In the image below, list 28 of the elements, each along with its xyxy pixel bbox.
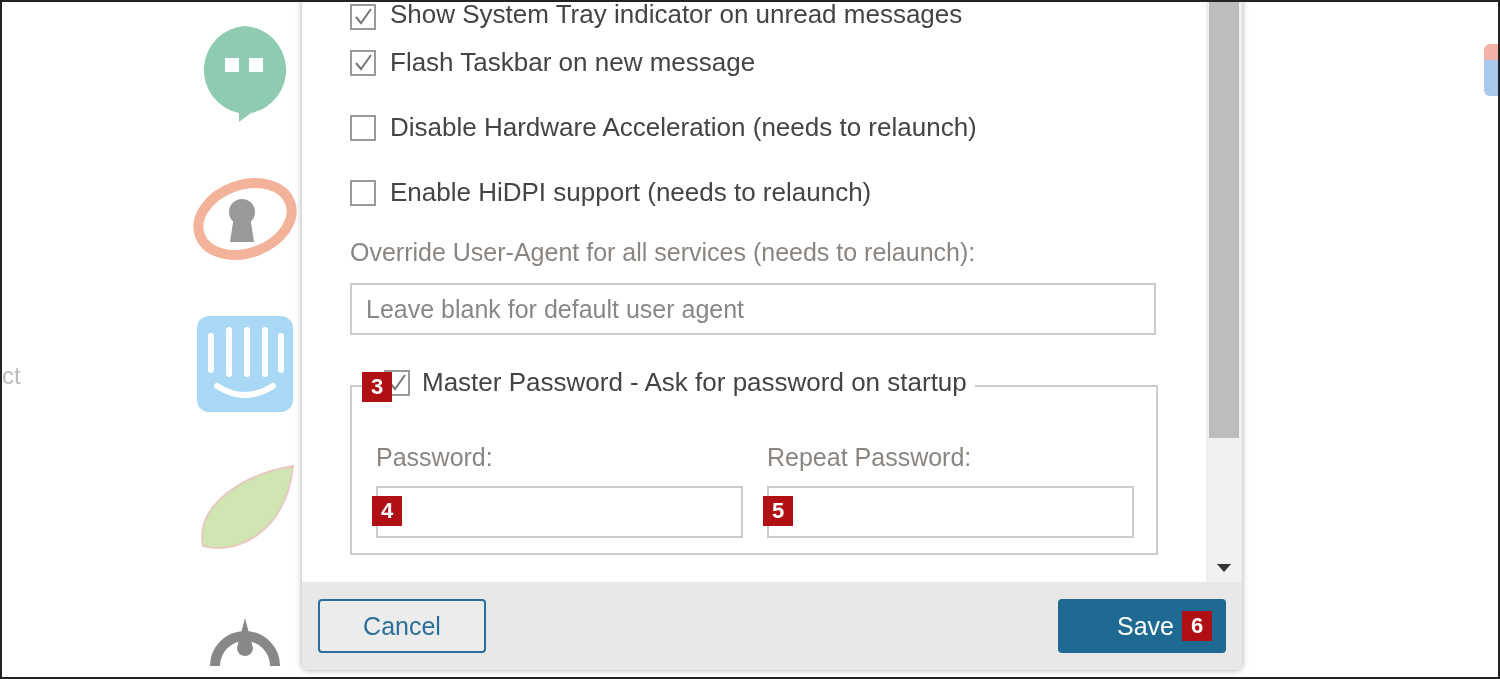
option-label: Master Password - Ask for password on startup — [422, 367, 967, 398]
scrollbar-thumb[interactable] — [1209, 2, 1239, 438]
user-agent-field[interactable]: Leave blank for default user agent — [350, 283, 1156, 335]
check-icon — [353, 52, 373, 73]
annotation-badge: 3 — [362, 372, 392, 402]
checkbox[interactable] — [350, 179, 376, 206]
field-label: Repeat Password: — [767, 443, 973, 472]
annotation-badge: 5 — [763, 496, 793, 526]
save-button[interactable]: Save 6 — [1058, 599, 1226, 653]
check-icon — [353, 7, 373, 27]
app-label: ct — [2, 362, 21, 390]
field-label: Override User-Agent for all services (needs to relaunch): — [350, 238, 976, 267]
annotation-badge: 6 — [1182, 611, 1212, 641]
option-label: Disable Hardware Acceleration (needs to relaunch) — [390, 112, 977, 143]
annotation-badge: 4 — [372, 496, 402, 526]
scroll-down-icon[interactable] — [1217, 564, 1231, 572]
option-label: Show System Tray indicator on unread messages — [390, 2, 963, 30]
checkbox[interactable] — [350, 114, 376, 141]
intercom-icon[interactable] — [197, 316, 293, 412]
checkbox[interactable] — [350, 4, 376, 30]
cancel-button[interactable]: Cancel — [318, 599, 486, 653]
field-label: Password: — [376, 443, 494, 472]
option-label: Flash Taskbar on new message — [390, 47, 756, 78]
checkbox[interactable] — [350, 49, 376, 76]
option-label: Enable HiDPI support (needs to relaunch) — [390, 177, 872, 208]
app-icon[interactable] — [1484, 44, 1498, 96]
password-field[interactable] — [376, 486, 743, 538]
password-field[interactable] — [767, 486, 1134, 538]
